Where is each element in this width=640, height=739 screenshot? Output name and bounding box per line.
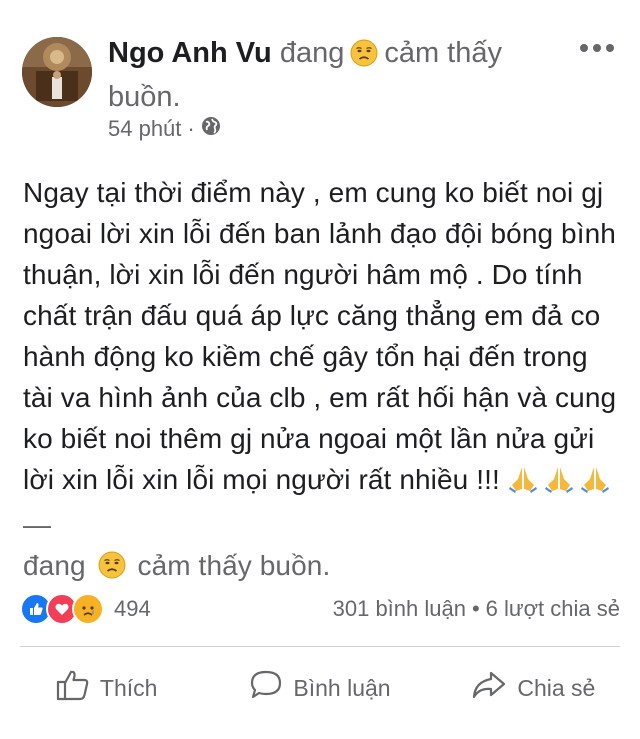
- avatar[interactable]: [22, 37, 92, 107]
- dot-icon: [606, 44, 614, 52]
- reactions-row: 494 301 bình luận • 6 lượt chia sẻ: [20, 592, 620, 626]
- comment-button[interactable]: Bình luận: [213, 655, 426, 721]
- author-name[interactable]: Ngo Anh Vu: [108, 37, 272, 69]
- sad-face-icon: [350, 39, 378, 78]
- share-label: Chia sẻ: [517, 674, 596, 701]
- like-label: Thích: [99, 674, 158, 701]
- engagement-counts: 301 bình luận • 6 lượt chia sẻ: [333, 596, 620, 622]
- meta-separator: ·: [187, 116, 195, 141]
- folded-hands-icon: [544, 463, 574, 504]
- comments-count[interactable]: 301 bình luận: [333, 596, 466, 622]
- dot-icon: [580, 44, 588, 52]
- sad-face-icon: [98, 549, 126, 590]
- dot-icon: [593, 44, 601, 52]
- like-button[interactable]: Thích: [0, 655, 213, 721]
- shares-count[interactable]: 6 lượt chia sẻ: [486, 596, 620, 622]
- share-button[interactable]: Chia sẻ: [427, 655, 640, 721]
- post-body-dash: —: [23, 509, 52, 540]
- author-line: Ngo Anh Vu đang cảm thấy buồn.: [108, 34, 560, 117]
- globe-icon[interactable]: [201, 116, 221, 142]
- sad-icon: [72, 593, 104, 625]
- counts-separator: •: [471, 596, 480, 621]
- post-time[interactable]: 54 phút: [108, 116, 181, 142]
- post-body: Ngay tại thời điểm này , em cung ko biết…: [23, 172, 618, 590]
- post-body-text: Ngay tại thời điểm này , em cung ko biết…: [23, 177, 617, 495]
- reaction-icons: [20, 593, 104, 625]
- post-header: Ngo Anh Vu đang cảm thấy buồn. 54 phút ·: [0, 0, 640, 160]
- post-body-feeling-prefix: đang: [23, 550, 86, 581]
- comment-icon: [249, 669, 293, 707]
- action-bar: Thích Bình luận Chia sẻ: [0, 655, 640, 721]
- folded-hands-icon: [508, 463, 538, 504]
- reactions-count: 494: [114, 596, 151, 621]
- share-arrow-icon: [471, 669, 517, 707]
- reactions-summary[interactable]: 494: [20, 593, 151, 625]
- folded-hands-icon: [580, 463, 610, 504]
- divider: [20, 646, 620, 647]
- more-options-button[interactable]: [580, 44, 614, 56]
- post-meta: 54 phút ·: [108, 116, 221, 142]
- feeling-prefix: đang: [279, 37, 345, 69]
- comment-label: Bình luận: [293, 674, 391, 701]
- thumbs-up-icon: [56, 669, 100, 707]
- post-body-feeling-text: cảm thấy buồn.: [137, 550, 331, 581]
